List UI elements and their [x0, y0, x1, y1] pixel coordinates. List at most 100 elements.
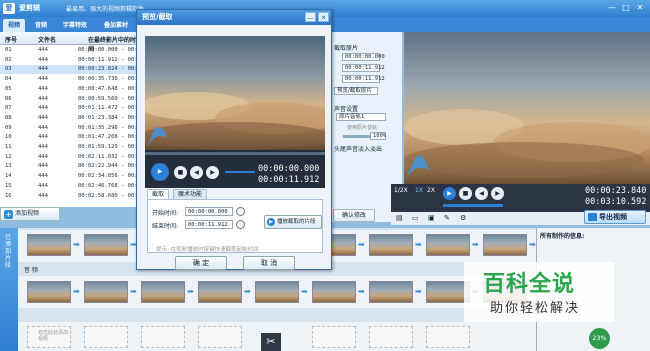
- dialog-prev-button[interactable]: ◀: [190, 166, 203, 179]
- timeline-clip-thumbnail[interactable]: [198, 281, 242, 303]
- list-item[interactable]: 09 444 00:01:35.296 - 00:01:: [0, 124, 148, 133]
- dialog-next-button[interactable]: ▶: [206, 166, 219, 179]
- transition-arrow-icon[interactable]: ➡: [415, 288, 423, 296]
- export-video-button[interactable]: 导出视频: [584, 210, 646, 224]
- list-item[interactable]: 08 444 00:01:23.384 - 00:01:: [0, 114, 148, 123]
- dialog-close-button[interactable]: ✕: [318, 12, 329, 22]
- tab-video[interactable]: 视频: [3, 19, 25, 32]
- end-time-input[interactable]: 00:00:11.912: [185, 220, 233, 229]
- timeline-clip-thumbnail[interactable]: [483, 234, 527, 256]
- transition-arrow-icon[interactable]: ➡: [415, 241, 423, 249]
- play-button[interactable]: ▶: [443, 187, 456, 200]
- dialog-total-time: 00:00:11.912: [258, 175, 320, 185]
- dialog-seek-bar[interactable]: [145, 152, 325, 155]
- dialog-play-button[interactable]: ▶: [151, 163, 169, 181]
- empty-clip-slot[interactable]: [141, 326, 185, 348]
- tab-magic[interactable]: 魔术功能: [173, 189, 208, 199]
- transition-arrow-icon[interactable]: ➡: [301, 288, 309, 296]
- settings-icon[interactable]: ⚙: [460, 214, 466, 222]
- close-button[interactable]: ✕: [634, 3, 646, 13]
- main-preview: [404, 32, 650, 184]
- dialog-stop-button[interactable]: ■: [174, 166, 187, 179]
- list-item[interactable]: 02 444 00:00:11.912 - 00:00:: [0, 56, 148, 65]
- timeline-clip-thumbnail[interactable]: [84, 281, 128, 303]
- volume-slider[interactable]: [343, 135, 373, 138]
- timeline-clip-thumbnail[interactable]: [141, 281, 185, 303]
- preview-progress-bar[interactable]: [443, 204, 503, 207]
- dialog-volume-slider[interactable]: [225, 171, 255, 173]
- open-icon[interactable]: ▭: [412, 214, 419, 222]
- header-number: 序号: [5, 37, 18, 44]
- maximize-button[interactable]: □: [620, 3, 632, 13]
- snapshot-button[interactable]: 预览/截取原片: [334, 87, 378, 95]
- scissors-icon[interactable]: ✂: [261, 333, 281, 351]
- dialog-hint: 提示: 在视频播放时按键快速截取起始时间: [156, 247, 259, 253]
- play-selection-button[interactable]: ▶ 播放截取的片段: [264, 215, 322, 229]
- trim-start-field[interactable]: 00:00:00.000: [342, 53, 385, 61]
- list-item[interactable]: 11 444 00:01:59.120 - 00:02:: [0, 143, 148, 152]
- list-item[interactable]: 12 444 00:02:11.032 - 00:02:: [0, 153, 148, 162]
- list-item[interactable]: 03 444 00:00:23.824 - 00:00:: [0, 65, 148, 75]
- add-video-button[interactable]: + 添加视频: [0, 207, 60, 221]
- tab-audio[interactable]: 音频: [30, 19, 52, 32]
- timeline-side-tab[interactable]: 已添加片段: [0, 228, 18, 351]
- empty-clip-slot[interactable]: [312, 326, 356, 348]
- timeline-clip-thumbnail[interactable]: [426, 234, 470, 256]
- preview-frame-image: [404, 32, 650, 184]
- list-item[interactable]: 16 444 00:02:58.680 - 00:03:: [0, 192, 148, 201]
- audio-track-select[interactable]: 原片音轨1: [336, 113, 386, 121]
- transition-arrow-icon[interactable]: ➡: [73, 288, 81, 296]
- speed-1x[interactable]: 1X: [415, 187, 423, 194]
- timeline-clip-thumbnail[interactable]: [84, 234, 128, 256]
- end-clock-icon[interactable]: [236, 220, 245, 229]
- empty-clip-slot[interactable]: [426, 326, 470, 348]
- start-clock-icon[interactable]: [236, 207, 245, 216]
- transition-arrow-icon[interactable]: ➡: [187, 288, 195, 296]
- transition-arrow-icon[interactable]: ➡: [73, 241, 81, 249]
- timeline-clip-thumbnail[interactable]: [27, 234, 71, 256]
- tab-trim[interactable]: 截取: [147, 189, 170, 199]
- empty-clip-slot[interactable]: [369, 326, 413, 348]
- list-item[interactable]: 04 444 00:00:35.736 - 00:00:: [0, 75, 148, 84]
- next-frame-button[interactable]: ▶: [491, 187, 504, 200]
- confirm-change-button[interactable]: 确认修改: [333, 209, 375, 222]
- empty-clip-slot[interactable]: [84, 326, 128, 348]
- transition-arrow-icon[interactable]: ➡: [472, 241, 480, 249]
- list-item[interactable]: 05 444 00:00:47.648 - 00:00:: [0, 85, 148, 94]
- transition-arrow-icon[interactable]: ➡: [244, 288, 252, 296]
- list-item[interactable]: 15 444 00:02:46.768 - 00:02:: [0, 182, 148, 191]
- list-item[interactable]: 13 444 00:02:22.944 - 00:02:: [0, 162, 148, 171]
- timeline-clip-thumbnail[interactable]: [312, 281, 356, 303]
- speed-2x[interactable]: 2X: [427, 187, 435, 194]
- minimize-button[interactable]: —: [606, 3, 618, 13]
- speed-half[interactable]: 1/2X: [394, 187, 408, 194]
- dialog-minimize-button[interactable]: —: [305, 12, 316, 22]
- start-time-input[interactable]: 00:00:00.000: [185, 207, 233, 216]
- prev-frame-button[interactable]: ◀: [475, 187, 488, 200]
- ok-button[interactable]: 确 定: [175, 256, 227, 270]
- tab-overlay[interactable]: 叠加素材: [98, 19, 134, 32]
- list-item[interactable]: 14 444 00:02:34.856 - 00:02:: [0, 172, 148, 181]
- save-icon[interactable]: ▣: [428, 214, 435, 222]
- cancel-button[interactable]: 取 消: [243, 256, 295, 270]
- transition-arrow-icon[interactable]: ➡: [358, 241, 366, 249]
- trim-duration-field[interactable]: 00:00:11.912: [342, 75, 385, 83]
- list-item[interactable]: 06 444 00:00:59.560 - 00:01:: [0, 95, 148, 104]
- folder-icon[interactable]: ▤: [396, 214, 403, 222]
- list-item[interactable]: 07 444 00:01:11.472 - 00:01:: [0, 104, 148, 113]
- list-item[interactable]: 01 444 00:00:00.000 - 00:00:: [0, 46, 148, 55]
- list-cell-no: 03: [5, 66, 12, 73]
- timeline-clip-thumbnail[interactable]: [369, 281, 413, 303]
- list-cell-name: 444: [38, 134, 48, 141]
- tab-subtitle-effects[interactable]: 字幕特效: [57, 19, 93, 32]
- empty-clip-slot[interactable]: [198, 326, 242, 348]
- transition-arrow-icon[interactable]: ➡: [130, 288, 138, 296]
- timeline-clip-thumbnail[interactable]: [255, 281, 299, 303]
- list-item[interactable]: 10 444 00:01:47.208 - 00:01:: [0, 133, 148, 142]
- timeline-clip-thumbnail[interactable]: [27, 281, 71, 303]
- trim-end-field[interactable]: 00:00:11.912: [342, 64, 385, 72]
- timeline-clip-thumbnail[interactable]: [369, 234, 413, 256]
- transition-arrow-icon[interactable]: ➡: [358, 288, 366, 296]
- stop-button[interactable]: ■: [459, 187, 472, 200]
- edit-icon[interactable]: ✎: [444, 214, 450, 222]
